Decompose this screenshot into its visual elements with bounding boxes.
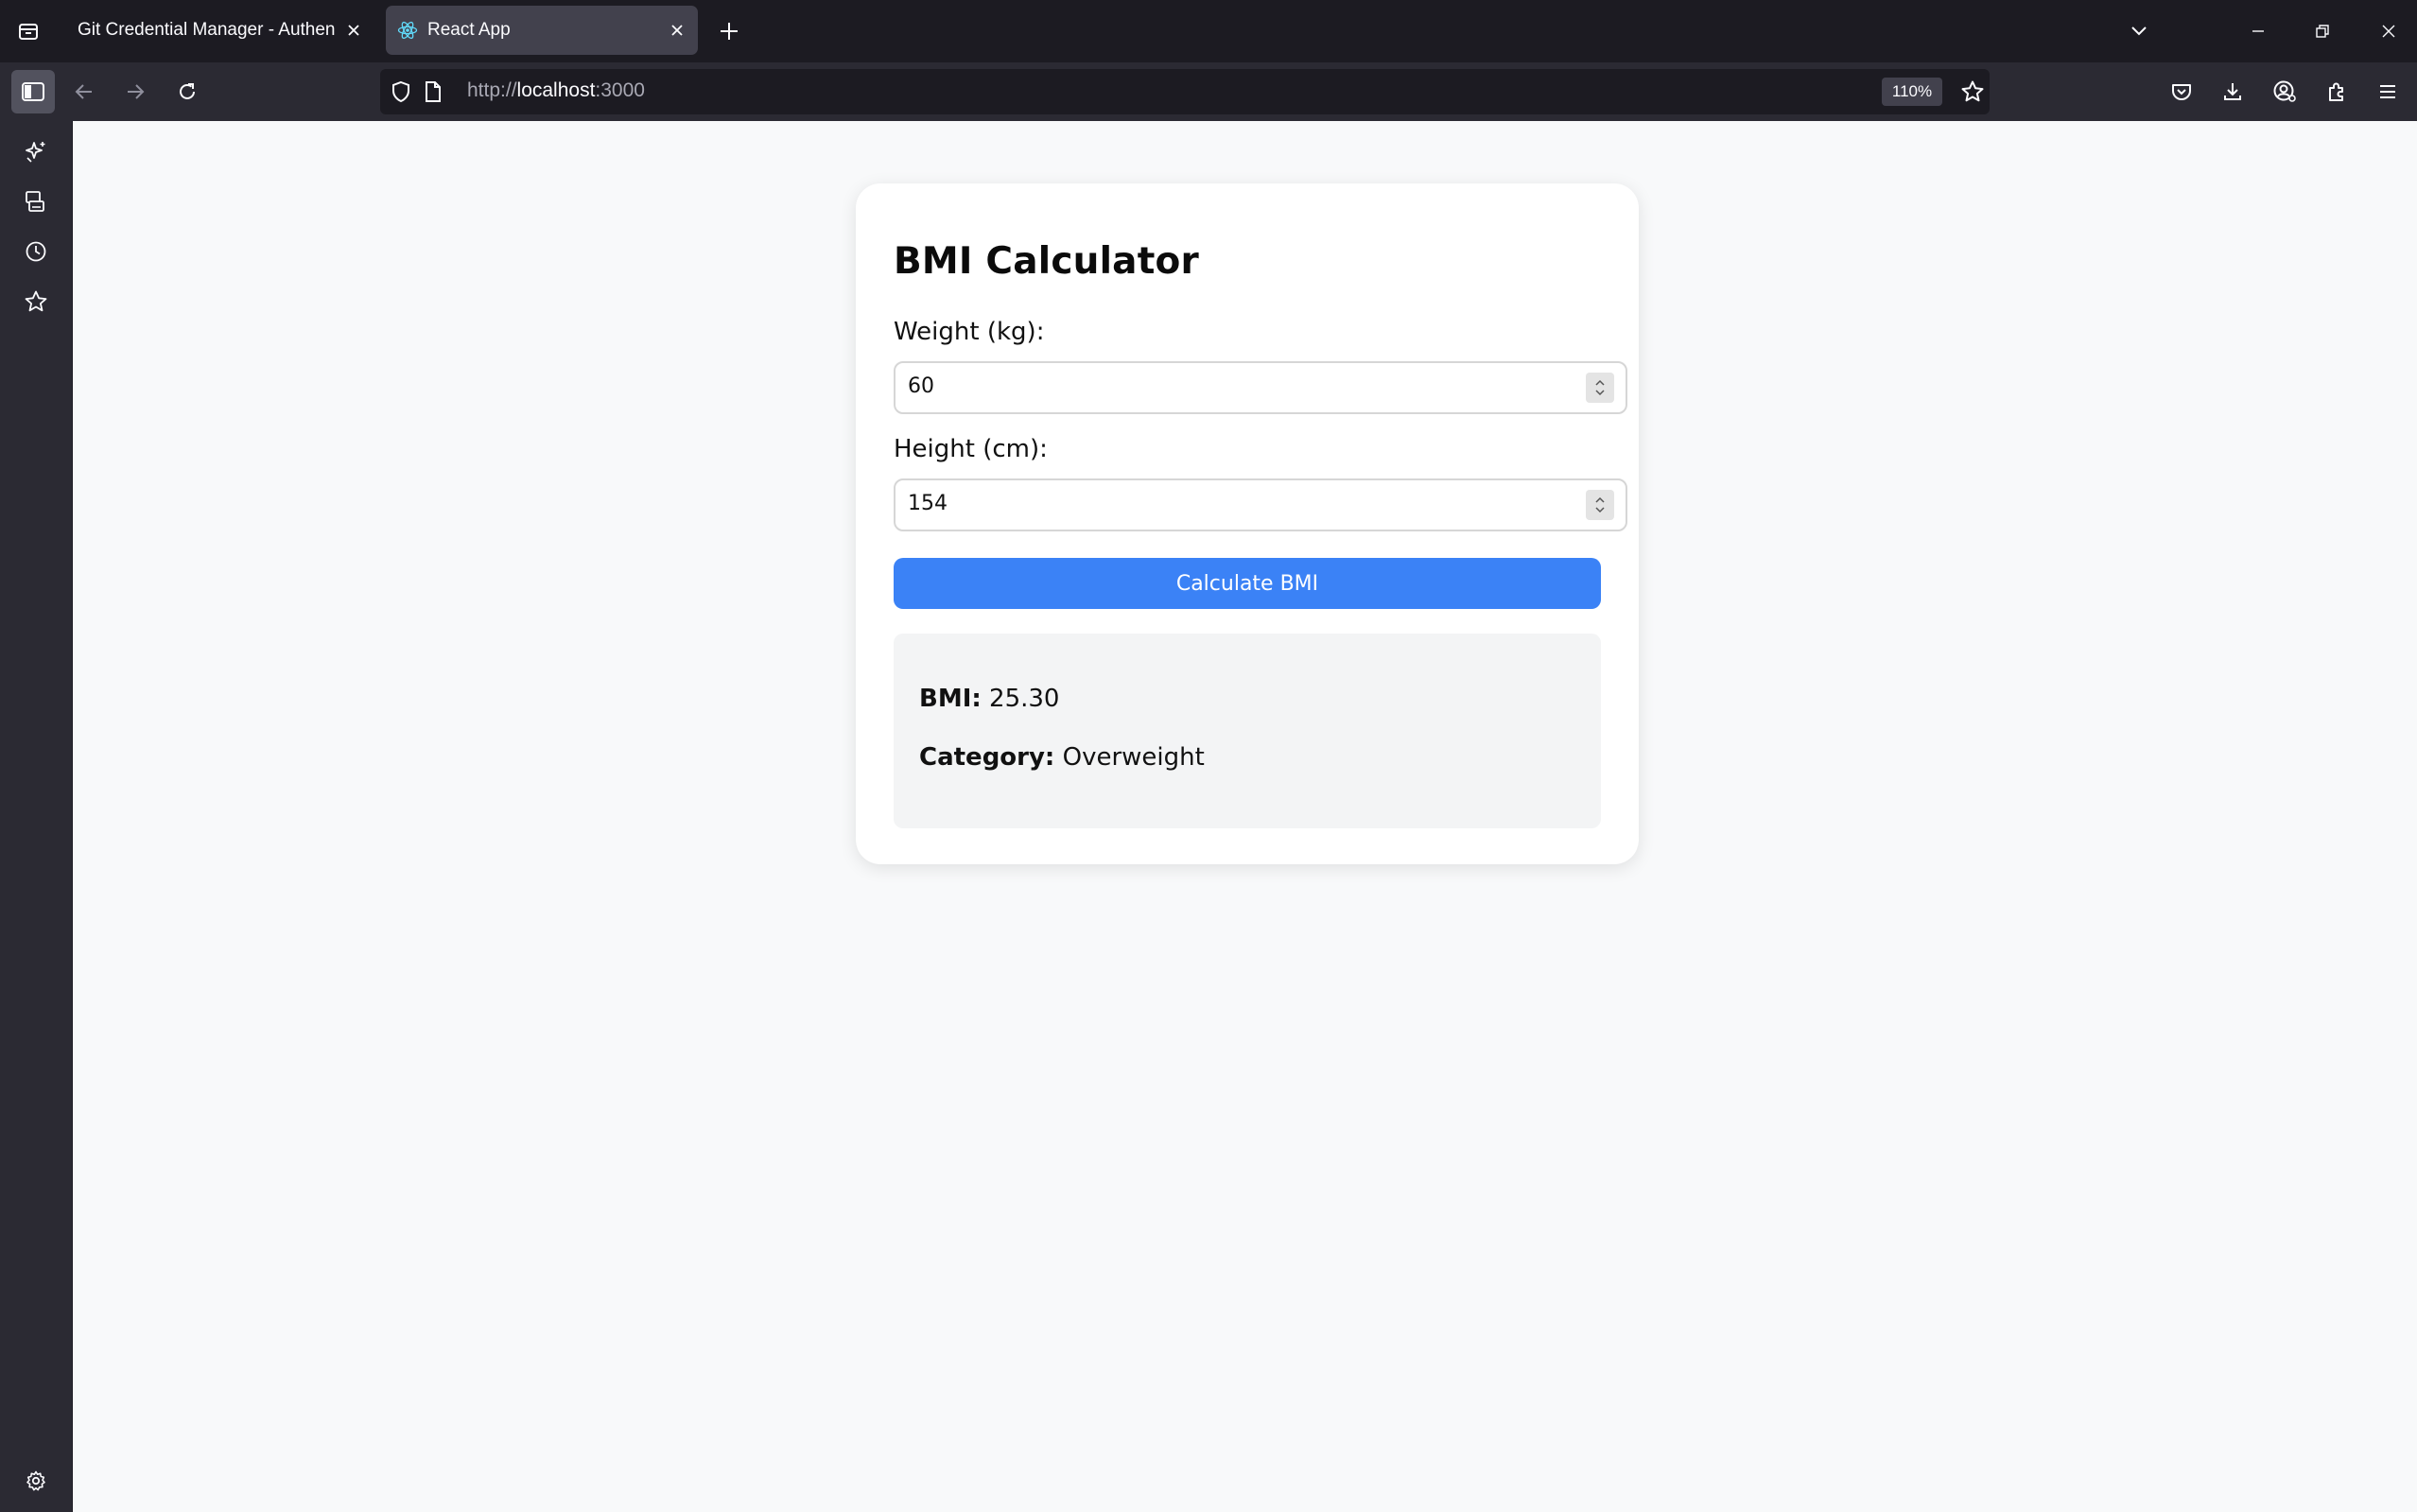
star-icon[interactable] <box>1957 77 1988 107</box>
chevron-down-icon[interactable] <box>2120 13 2158 49</box>
download-icon[interactable] <box>2211 70 2254 113</box>
restore-icon[interactable] <box>2304 13 2341 49</box>
weight-label: Weight (kg): <box>894 318 1045 346</box>
height-stepper[interactable] <box>1586 490 1614 520</box>
tab-title: React App <box>427 20 511 40</box>
category-result: Category: Overweight <box>919 743 1205 772</box>
browser-sidebar <box>0 121 72 1512</box>
close-icon[interactable] <box>666 19 688 42</box>
bmi-label: BMI: <box>919 685 982 713</box>
close-icon[interactable] <box>342 19 365 42</box>
arrow-left-icon[interactable] <box>62 70 106 113</box>
category-value: Overweight <box>1062 743 1205 772</box>
height-input[interactable]: 154 <box>894 478 1627 531</box>
bmi-result: BMI: 25.30 <box>919 685 1059 713</box>
weight-value: 60 <box>908 374 934 398</box>
pocket-icon[interactable] <box>2160 70 2203 113</box>
height-label: Height (cm): <box>894 435 1048 463</box>
bookmarks-star-icon[interactable] <box>17 283 55 321</box>
weight-stepper[interactable] <box>1586 373 1614 403</box>
hamburger-menu-icon[interactable] <box>2366 70 2409 113</box>
weight-input[interactable]: 60 <box>894 361 1627 414</box>
tab-title: Git Credential Manager - Authentication <box>78 20 335 40</box>
plus-icon[interactable] <box>711 13 747 49</box>
height-value: 154 <box>908 492 948 515</box>
page-icon <box>422 80 444 103</box>
tab-strip: Git Credential Manager - Authentication … <box>0 0 2417 62</box>
gear-icon[interactable] <box>17 1462 55 1500</box>
url-port: :3000 <box>595 79 645 101</box>
navigation-toolbar: http://localhost:3000 110% <box>0 62 2417 121</box>
bmi-calculator-card: BMI Calculator Weight (kg): 60 Height (c… <box>856 183 1639 864</box>
url-text[interactable]: http://localhost:3000 <box>467 79 645 102</box>
url-bar[interactable]: http://localhost:3000 110% <box>380 69 1990 114</box>
close-window-icon[interactable] <box>2370 13 2408 49</box>
ai-sparkle-icon[interactable] <box>17 132 55 170</box>
calculate-bmi-button[interactable]: Calculate BMI <box>894 558 1601 609</box>
category-label: Category: <box>919 743 1055 772</box>
result-panel: BMI: 25.30 Category: Overweight <box>894 634 1601 828</box>
tab-git-credential-manager[interactable]: Git Credential Manager - Authentication <box>62 6 374 55</box>
reload-icon[interactable] <box>165 70 209 113</box>
history-icon[interactable] <box>17 233 55 270</box>
puzzle-icon[interactable] <box>2315 70 2358 113</box>
bmi-value: 25.30 <box>989 685 1060 713</box>
tab-react-app[interactable]: React App <box>386 6 698 55</box>
url-scheme: http:// <box>467 79 517 101</box>
url-host: localhost <box>516 79 596 101</box>
minimize-icon[interactable] <box>2239 13 2277 49</box>
account-icon[interactable] <box>2263 70 2306 113</box>
shield-icon[interactable] <box>390 80 412 103</box>
react-logo-icon <box>397 20 418 41</box>
zoom-level-badge[interactable]: 110% <box>1882 78 1942 106</box>
arrow-right-icon[interactable] <box>113 70 157 113</box>
synced-tabs-icon[interactable] <box>17 182 55 220</box>
page-content: BMI Calculator Weight (kg): 60 Height (c… <box>73 121 2417 1512</box>
tab-list-icon[interactable] <box>8 13 49 49</box>
page-title: BMI Calculator <box>894 240 1199 283</box>
sidebar-icon[interactable] <box>11 70 55 113</box>
